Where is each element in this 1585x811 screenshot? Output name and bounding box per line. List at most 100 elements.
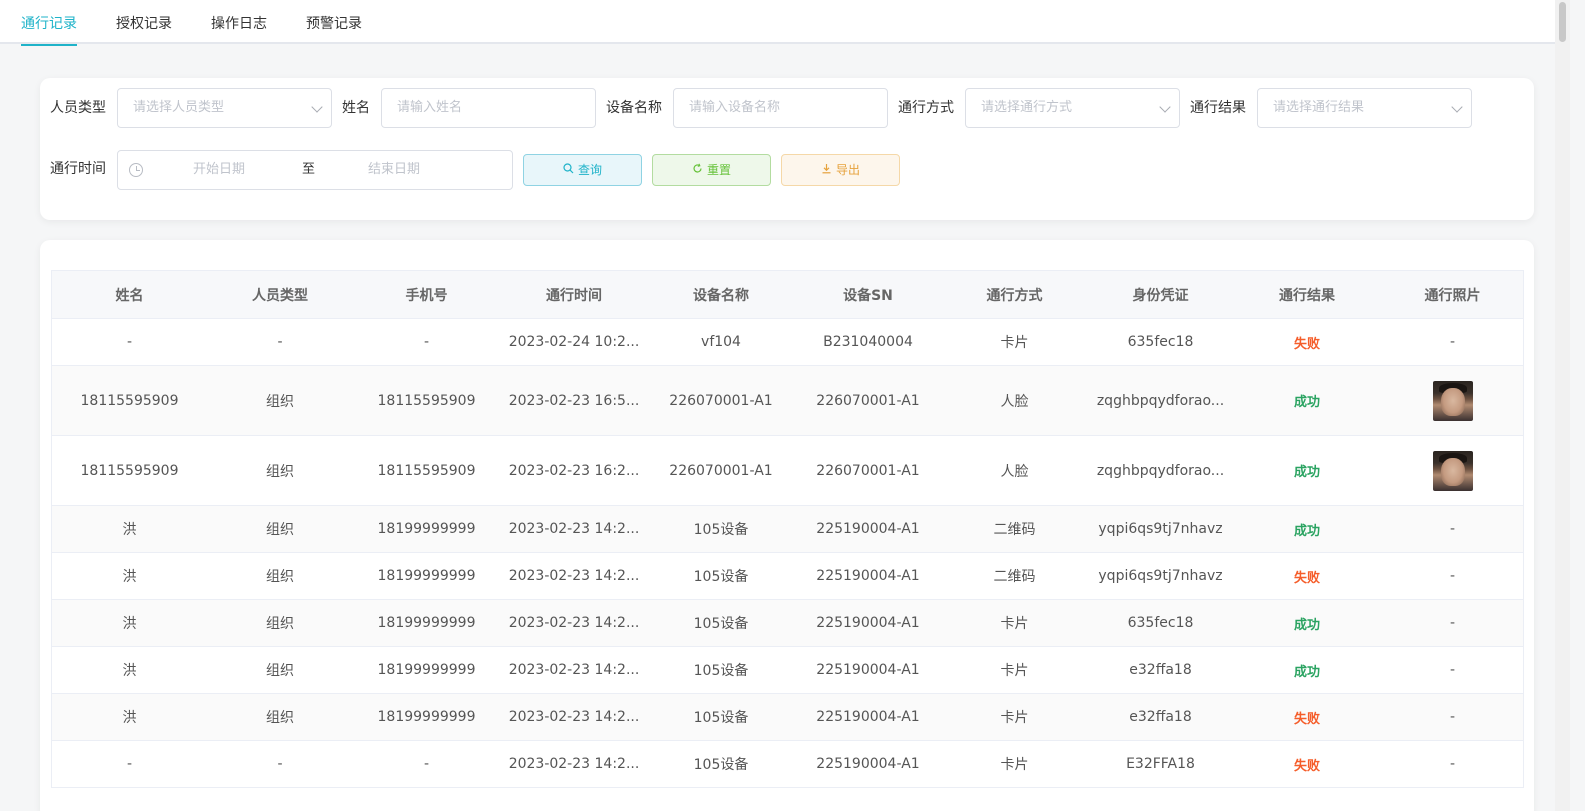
cell-person-type-text: 组织	[266, 522, 294, 538]
cell-pass-photo: -	[1380, 319, 1525, 365]
device-name-input[interactable]: 请输入设备名称	[673, 88, 888, 128]
cell-phone: 18115595909	[353, 436, 500, 505]
header-pass-photo[interactable]: 通行照片	[1380, 271, 1525, 318]
cell-device-name-text: 105设备	[693, 757, 749, 773]
cell-device-name: 105设备	[648, 506, 794, 552]
header-credential[interactable]: 身份凭证	[1087, 271, 1234, 318]
header-pass-result[interactable]: 通行结果	[1234, 271, 1380, 318]
table-row[interactable]: 洪 组织 18199999999 2023-02-23 14:2... 105设备 225…	[52, 647, 1523, 694]
cell-pass-time: 2023-02-23 16:2...	[500, 436, 648, 505]
header-name[interactable]: 姓名	[52, 271, 207, 318]
cell-person-type: 组织	[207, 436, 353, 505]
header-pass-time[interactable]: 通行时间	[500, 271, 648, 318]
cell-phone-text: 18199999999	[377, 615, 476, 631]
cell-name: 洪	[52, 647, 207, 693]
table-row[interactable]: 18115595909 组织 18115595909 2023-02-23 16:5.…	[52, 366, 1523, 436]
table-row[interactable]: 洪 组织 18199999999 2023-02-23 14:2... 105设备 225…	[52, 600, 1523, 647]
header-person-type[interactable]: 人员类型	[207, 271, 353, 318]
pass-result-select[interactable]: 请选择通行结果	[1257, 88, 1472, 128]
pass-method-select[interactable]: 请选择通行方式	[965, 88, 1180, 128]
query-button[interactable]: 查询	[523, 154, 642, 186]
chevron-down-icon	[1159, 101, 1171, 113]
cell-credential-text: e32ffa18	[1129, 709, 1192, 725]
header-pass-method[interactable]: 通行方式	[942, 271, 1087, 318]
cell-pass-method-text: 卡片	[1000, 757, 1029, 773]
cell-pass-method: 卡片	[942, 694, 1087, 740]
cell-credential-text: E32FFA18	[1126, 756, 1195, 772]
cell-name: 18115595909	[52, 436, 207, 505]
cell-pass-photo-text: -	[1449, 709, 1456, 725]
cell-pass-result-text: 成功	[1293, 523, 1320, 539]
cell-pass-time: 2023-02-23 14:2...	[500, 553, 648, 599]
tab-auth-records[interactable]: 授权记录	[116, 14, 172, 44]
cell-device-sn-text: 225190004-A1	[816, 521, 920, 537]
cell-pass-photo	[1380, 436, 1525, 505]
cell-pass-time: 2023-02-24 10:2...	[500, 319, 648, 365]
export-button[interactable]: 导出	[781, 154, 900, 186]
cell-pass-time-text: 2023-02-23 14:2...	[508, 521, 640, 537]
header-phone[interactable]: 手机号	[353, 271, 500, 318]
cell-device-name: 226070001-A1	[648, 366, 794, 435]
person-type-placeholder: 请选择人员类型	[133, 100, 225, 115]
cell-device-sn-text: 225190004-A1	[816, 568, 920, 584]
table-row[interactable]: 洪 组织 18199999999 2023-02-23 14:2... 105设备 225…	[52, 694, 1523, 741]
export-label: 导出	[835, 163, 860, 177]
name-input[interactable]: 请输入姓名	[381, 88, 596, 128]
cell-pass-method-text: 卡片	[1000, 335, 1029, 351]
pass-photo-thumbnail[interactable]	[1432, 380, 1473, 421]
date-range-picker[interactable]: 开始日期 至 结束日期	[117, 150, 513, 190]
cell-name-text: 洪	[122, 522, 137, 538]
cell-device-sn: 225190004-A1	[794, 553, 942, 599]
tab-pass-records[interactable]: 通行记录	[21, 14, 77, 46]
cell-credential-text: yqpi6qs9tj7nhavz	[1098, 521, 1223, 537]
cell-person-type-text: -	[277, 756, 283, 772]
cell-device-name-text: 105设备	[693, 569, 749, 585]
scrollbar-thumb[interactable]	[1559, 2, 1566, 42]
cell-pass-photo-text: -	[1449, 662, 1456, 678]
table-row[interactable]: 洪 组织 18199999999 2023-02-23 14:2... 105设备 225…	[52, 506, 1523, 553]
cell-pass-time-text: 2023-02-23 14:2...	[508, 568, 640, 584]
cell-pass-photo-text: -	[1449, 756, 1456, 772]
cell-device-name: 105设备	[648, 553, 794, 599]
start-date-input[interactable]: 开始日期	[193, 161, 245, 179]
cell-device-sn: 225190004-A1	[794, 600, 942, 646]
cell-person-type: 组织	[207, 553, 353, 599]
person-type-select[interactable]: 请选择人员类型	[117, 88, 332, 128]
tab-warning-records[interactable]: 预警记录	[306, 14, 362, 44]
table-row[interactable]: 18115595909 组织 18115595909 2023-02-23 16:2.…	[52, 436, 1523, 506]
cell-credential-text: yqpi6qs9tj7nhavz	[1098, 568, 1223, 584]
pass-result-label: 通行结果	[1190, 100, 1246, 116]
cell-pass-method: 卡片	[942, 319, 1087, 365]
cell-pass-method-text: 卡片	[1000, 616, 1029, 632]
table-row[interactable]: 洪 组织 18199999999 2023-02-23 14:2... 105设备 225…	[52, 553, 1523, 600]
cell-pass-time: 2023-02-23 14:2...	[500, 600, 648, 646]
cell-pass-result-text: 失败	[1293, 336, 1320, 352]
cell-credential-text: 635fec18	[1127, 334, 1194, 350]
cell-pass-photo-text: -	[1449, 568, 1456, 584]
pass-method-placeholder: 请选择通行方式	[981, 100, 1073, 115]
cell-device-sn-text: B231040004	[823, 334, 913, 350]
header-device-sn[interactable]: 设备SN	[794, 271, 942, 318]
cell-device-name: 105设备	[648, 694, 794, 740]
cell-pass-method-text: 二维码	[993, 522, 1036, 538]
table-row[interactable]: - - - 2023-02-23 14:2... 105设备 225190004-A1 卡片…	[52, 741, 1523, 788]
cell-pass-method: 二维码	[942, 553, 1087, 599]
cell-credential: e32ffa18	[1087, 694, 1234, 740]
cell-device-name-text: 105设备	[693, 616, 749, 632]
end-date-input[interactable]: 结束日期	[368, 161, 420, 179]
cell-pass-result: 失败	[1234, 694, 1380, 740]
page-scrollbar[interactable]	[1555, 0, 1570, 811]
cell-name: 洪	[52, 506, 207, 552]
table-row[interactable]: - - - 2023-02-24 10:2... vf104 B231040004 卡片 63…	[52, 319, 1523, 366]
cell-pass-time-text: 2023-02-23 16:2...	[508, 462, 640, 479]
tab-operation-log[interactable]: 操作日志	[211, 14, 267, 44]
search-icon	[563, 156, 574, 186]
pass-photo-thumbnail[interactable]	[1432, 450, 1473, 491]
cell-device-name: 105设备	[648, 600, 794, 646]
chevron-down-icon	[311, 101, 323, 113]
cell-pass-result: 成功	[1234, 436, 1380, 505]
header-device-name[interactable]: 设备名称	[648, 271, 794, 318]
reset-button[interactable]: 重置	[652, 154, 771, 186]
cell-name-text: 18115595909	[80, 392, 179, 409]
tab-bar: 通行记录 授权记录 操作日志 预警记录	[0, 0, 1555, 46]
